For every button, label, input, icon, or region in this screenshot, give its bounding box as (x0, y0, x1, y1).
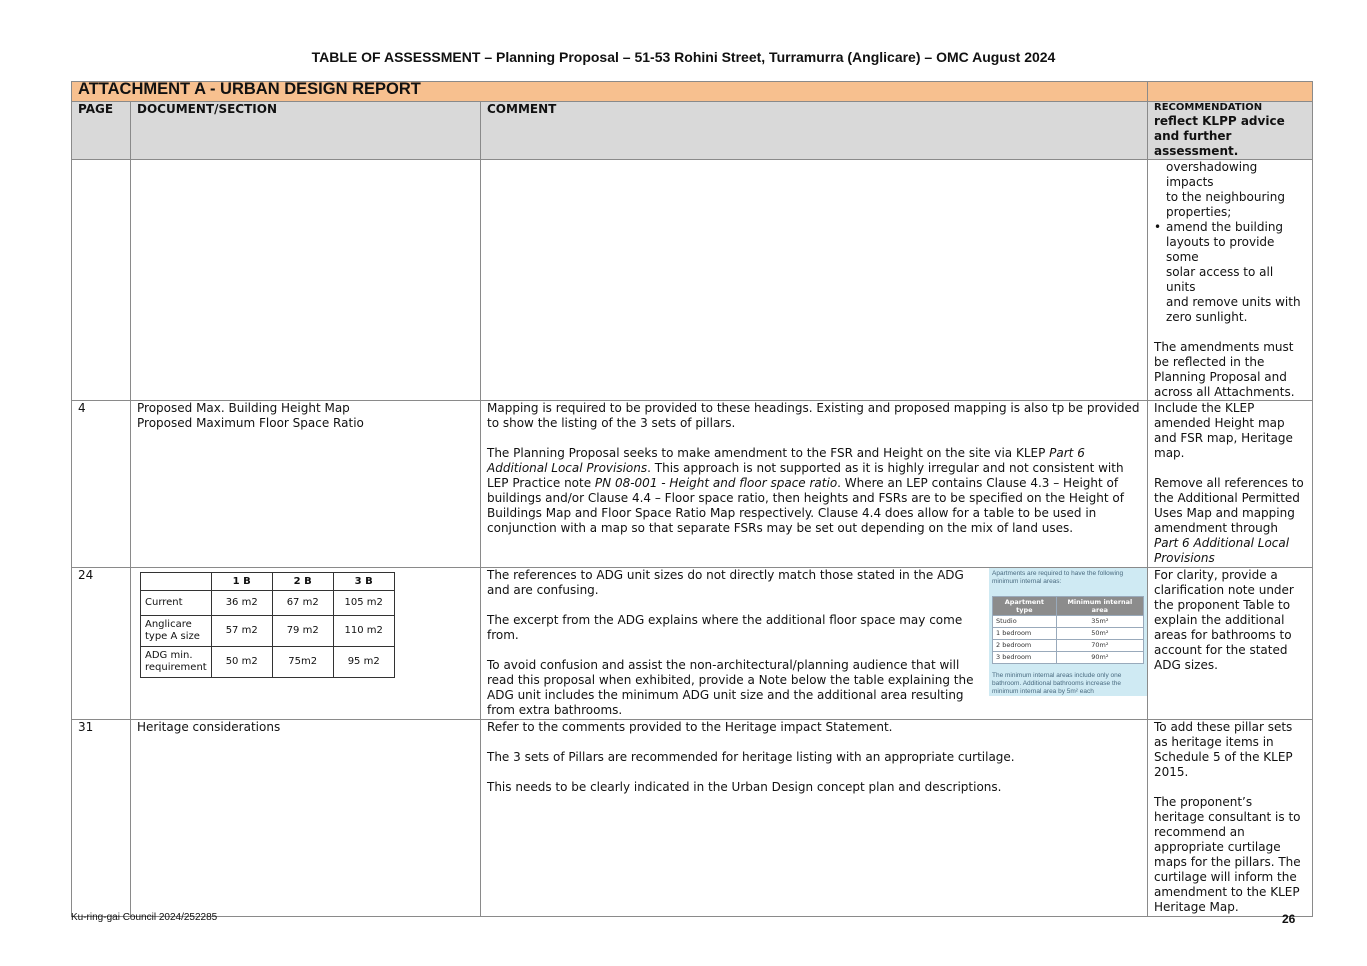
comment-text: This needs to be clearly indicated in th… (487, 780, 1002, 794)
adg-cell: 70m² (1055, 639, 1145, 652)
rec-fragment: Remove all references to the Additional … (1154, 476, 1304, 535)
page-cell: 24 (71, 567, 131, 720)
unit-row-label: ADG min. requirement (140, 646, 212, 678)
unit-value: 110 m2 (332, 615, 395, 647)
assessment-table: ATTACHMENT A - URBAN DESIGN REPORT PAGE … (71, 81, 1313, 917)
adg-cell: 35m² (1055, 615, 1145, 628)
unit-value: 105 m2 (332, 590, 395, 616)
unit-value: 75m2 (271, 646, 334, 678)
adg-cell: Studio (992, 615, 1057, 628)
adg-excerpt-image: Apartments are required to have the foll… (989, 568, 1147, 696)
document-title: TABLE OF ASSESSMENT – Planning Proposal … (311, 49, 1056, 65)
unit-value: 36 m2 (210, 590, 273, 616)
unit-table-corner (140, 572, 212, 591)
list-line: and remove units with (1166, 295, 1301, 309)
page-cell (71, 159, 131, 401)
list-line: amend the building (1166, 220, 1284, 234)
comment-fragment: The Planning Proposal seeks to make amen… (487, 446, 1050, 460)
page-cell: 4 (71, 400, 131, 568)
recommendation-cell: For clarity, provide a clarification not… (1147, 567, 1313, 720)
recommendation-cell: Include the KLEP amended Height map and … (1147, 400, 1313, 568)
unit-value: 50 m2 (210, 646, 273, 678)
section-cell: 1 B 2 B 3 B Current 36 m2 67 m2 105 m2 A… (130, 567, 481, 720)
rec-italic: Part 6 Additional Local Provisions (1154, 536, 1290, 565)
header-comment: COMMENT (480, 101, 1148, 160)
adg-cell: 2 bedroom (992, 639, 1057, 652)
table-banner-row: ATTACHMENT A - URBAN DESIGN REPORT (71, 80, 1313, 102)
page-number: 26 (1282, 912, 1296, 926)
unit-row-label: Anglicare type A size (140, 615, 212, 647)
table-row: 31 Heritage considerations Refer to the … (71, 719, 1313, 917)
list-line: overshadowing impacts (1166, 160, 1258, 189)
adg-col-header: Minimum internal area (1055, 596, 1145, 616)
comment-text: To avoid confusion and assist the non-ar… (487, 658, 974, 717)
adg-cell: 3 bedroom (992, 651, 1057, 664)
adg-cell: 50m² (1055, 627, 1145, 640)
recommendation-text: For clarity, provide a clarification not… (1154, 568, 1294, 672)
section-heading: Proposed Max. Building Height Map (137, 401, 350, 415)
recommendation-list: overshadowing impacts to the neighbourin… (1154, 160, 1306, 325)
adg-cell: 1 bedroom (992, 627, 1057, 640)
footer-reference: Ku-ring-gai Council 2024/252285 (71, 912, 218, 923)
unit-size-table: 1 B 2 B 3 B Current 36 m2 67 m2 105 m2 A… (140, 572, 395, 678)
recommendation-text: Remove all references to the Additional … (1154, 476, 1306, 566)
comment-text: The references to ADG unit sizes do not … (487, 568, 964, 597)
comment-italic: PN 08-001 - Height and floor space ratio (594, 476, 838, 490)
adg-area-table: Apartment type Minimum internal area Stud… (992, 596, 1145, 664)
header-page: PAGE (71, 101, 131, 160)
section-cell: Heritage considerations (130, 719, 481, 917)
header-recommendation: RECOMMENDATION reflect KLPP advice and f… (1147, 101, 1313, 160)
adg-intro: Apartments are required to have the foll… (992, 570, 1124, 585)
comment-text: Mapping is required to be provided to th… (487, 401, 1140, 430)
comment-cell: Refer to the comments provided to the He… (480, 719, 1148, 917)
header-rec-label: RECOMMENDATION (1154, 102, 1263, 113)
list-line: properties; (1166, 205, 1232, 219)
recommendation-cell: To add these pillar sets as heritage ite… (1147, 719, 1313, 917)
banner-empty-cell (1147, 81, 1313, 102)
section-cell: Proposed Max. Building Height Map Propos… (130, 400, 481, 568)
header-section: DOCUMENT/SECTION (130, 101, 481, 160)
recommendation-cell: overshadowing impacts to the neighbourin… (1147, 159, 1313, 401)
unit-row-label: Current (140, 590, 212, 616)
list-line: zero sunlight. (1166, 310, 1248, 324)
unit-col-header: 3 B (332, 572, 395, 591)
list-line: to the neighbouring (1166, 190, 1285, 204)
comment-cell: Mapping is required to be provided to th… (480, 400, 1148, 568)
page-cell: 31 (71, 719, 131, 917)
list-line: solar access to all units (1166, 265, 1274, 294)
unit-col-header: 2 B (271, 572, 334, 591)
table-row: overshadowing impacts to the neighbourin… (71, 159, 1313, 401)
recommendation-text: The amendments must be reflected in the … (1154, 340, 1295, 399)
unit-value: 57 m2 (210, 615, 273, 647)
unit-value: 95 m2 (332, 646, 395, 678)
unit-value: 67 m2 (271, 590, 334, 616)
table-row: 24 1 B 2 B 3 B Current 36 m2 67 m2 105 m… (71, 567, 1313, 720)
adg-note: The minimum internal areas include only … (992, 672, 1122, 695)
list-item: amend the building layouts to provide so… (1154, 220, 1306, 325)
banner-title: ATTACHMENT A - URBAN DESIGN REPORT (78, 80, 421, 98)
list-line: layouts to provide some (1166, 235, 1275, 264)
adg-col-header: Apartment type (992, 596, 1057, 616)
section-heading: Proposed Maximum Floor Space Ratio (137, 416, 364, 430)
comment-text: The Planning Proposal seeks to make amen… (487, 446, 1141, 536)
section-cell (130, 159, 481, 401)
comment-cell (480, 159, 1148, 401)
unit-value: 79 m2 (271, 615, 334, 647)
adg-cell: 90m² (1055, 651, 1145, 664)
recommendation-text: To add these pillar sets as heritage ite… (1154, 720, 1293, 779)
unit-col-header: 1 B (210, 572, 273, 591)
list-item: overshadowing impacts to the neighbourin… (1154, 160, 1306, 220)
recommendation-text: The proponent’s heritage consultant is t… (1154, 795, 1301, 914)
header-rec-subtitle: reflect KLPP advice and further assessme… (1154, 114, 1285, 158)
comment-text: The excerpt from the ADG explains where … (487, 613, 963, 642)
recommendation-text: Include the KLEP amended Height map and … (1154, 401, 1293, 460)
comment-text: The 3 sets of Pillars are recommended fo… (487, 750, 1015, 764)
comment-text: Refer to the comments provided to the He… (487, 720, 893, 734)
table-row: 4 Proposed Max. Building Height Map Prop… (71, 400, 1313, 568)
banner-cell: ATTACHMENT A - URBAN DESIGN REPORT (71, 80, 1148, 102)
table-header-row: PAGE DOCUMENT/SECTION COMMENT RECOMMENDA… (71, 101, 1313, 160)
comment-cell: The references to ADG unit sizes do not … (480, 567, 1148, 720)
